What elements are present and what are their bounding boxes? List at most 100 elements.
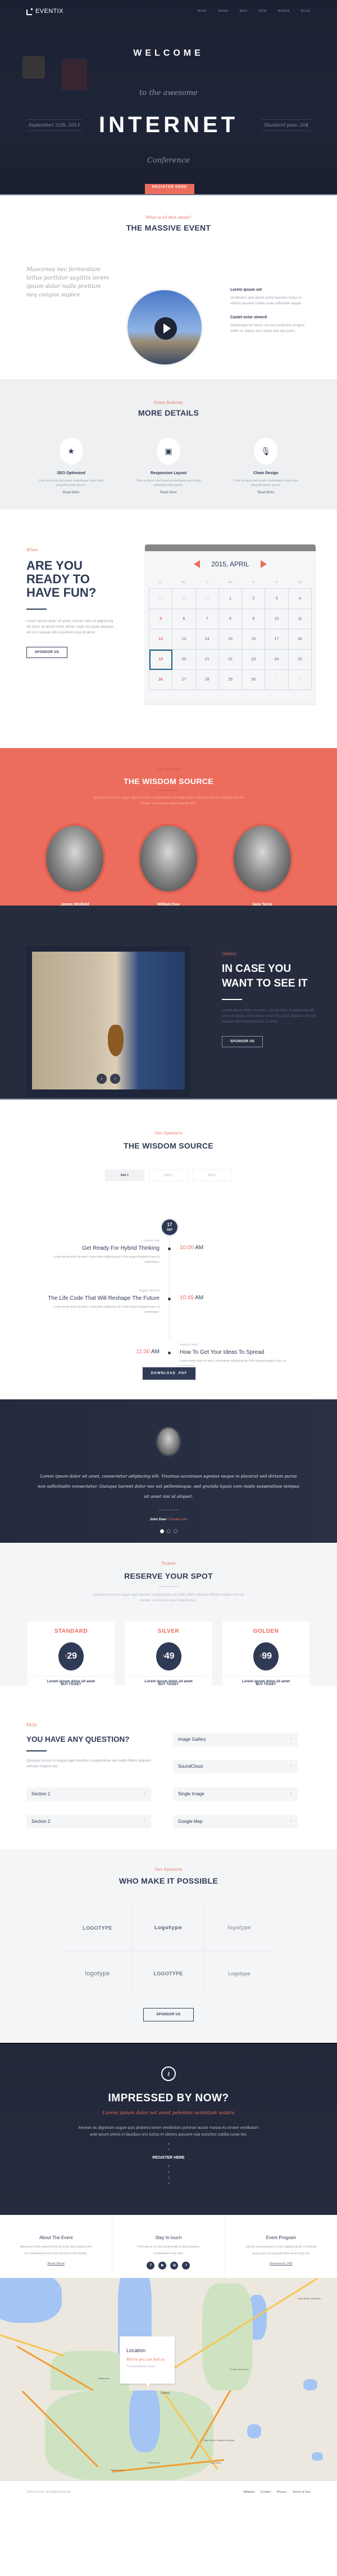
- sponsor-logo[interactable]: logotype: [62, 1951, 133, 1996]
- read-more-link[interactable]: Read More: [47, 2262, 65, 2266]
- calendar-day[interactable]: 26: [149, 670, 173, 690]
- nav-item-when[interactable]: WHEN: [218, 10, 229, 13]
- calendar-day[interactable]: 29: [218, 670, 243, 690]
- sponsor-logo[interactable]: LOGOTYPE: [62, 1906, 133, 1951]
- calendar-day[interactable]: 5: [149, 609, 173, 629]
- calendar-day[interactable]: 16: [242, 629, 266, 650]
- calendar-day[interactable]: 11: [288, 609, 312, 629]
- sponsor-button[interactable]: SPONSOR US: [222, 1036, 263, 1047]
- youtube-icon[interactable]: ▶: [158, 2262, 167, 2269]
- nav-item-where[interactable]: WHERE: [278, 10, 290, 13]
- accordion-section-2[interactable]: Section 2: [26, 1815, 151, 1829]
- about-section: What is all that about? THE MASSIVE EVEN…: [0, 195, 337, 366]
- play-icon[interactable]: [154, 317, 177, 340]
- calendar-day[interactable]: 28: [195, 670, 219, 690]
- location-map[interactable]: Cape Breton University Westmount Grand L…: [0, 2278, 337, 2390]
- calendar-day[interactable]: 3: [265, 589, 289, 609]
- calendar-day[interactable]: 21: [195, 650, 219, 670]
- download-pdf-link[interactable]: Download .Pdf: [270, 2262, 293, 2266]
- calendar-day[interactable]: 10: [265, 609, 289, 629]
- about-kicker: What is all that about?: [145, 215, 192, 220]
- calendar-day[interactable]: 2: [288, 670, 312, 690]
- footer-link-affiliates[interactable]: Affiliates: [243, 2491, 255, 2494]
- register-button[interactable]: REGISTER HERE: [145, 184, 194, 194]
- calendar-day[interactable]: 14: [195, 629, 219, 650]
- calendar-day-selected[interactable]: 19: [149, 650, 173, 670]
- divider: [26, 1750, 47, 1751]
- calendar-day[interactable]: 22: [218, 650, 243, 670]
- slider-dot[interactable]: [173, 1529, 177, 1533]
- footer-link-terms[interactable]: Terms of Use: [293, 2491, 311, 2494]
- speaker-card[interactable]: James Winfield art director at Envato: [41, 823, 108, 913]
- accordion-image-gallery[interactable]: Image Gallery: [173, 1733, 298, 1746]
- calendar-day[interactable]: 25: [288, 650, 312, 670]
- calendar-day[interactable]: 15: [218, 629, 243, 650]
- calendar-day[interactable]: 13: [172, 629, 196, 650]
- calendar-day[interactable]: 12: [149, 629, 173, 650]
- nav-item-who[interactable]: WHO: [239, 10, 247, 13]
- slider-dot[interactable]: [166, 1529, 171, 1533]
- sponsor-button[interactable]: SPONSOR US: [143, 2008, 194, 2021]
- author-source-link[interactable]: Envato.com: [170, 1518, 188, 1521]
- calendar-day[interactable]: 6: [172, 609, 196, 629]
- calendar-day[interactable]: 9: [242, 609, 266, 629]
- sponsor-logo[interactable]: Logotype: [133, 1906, 204, 1951]
- sponsor-logo[interactable]: Logotype: [204, 1951, 275, 1996]
- location-map-lower[interactable]: Sydney Sydney River Prime Brook Mira Roa…: [0, 2390, 337, 2481]
- date-day: 17: [167, 1222, 172, 1227]
- read-more-link[interactable]: Read More: [32, 491, 111, 494]
- calendar-day[interactable]: 8: [218, 609, 243, 629]
- brand-logo[interactable]: EVENTIX: [26, 8, 63, 15]
- tab-day-2[interactable]: DAY 2: [149, 1169, 188, 1181]
- speaker-card[interactable]: William Doe art director at Envato: [135, 823, 202, 913]
- chevron-right-icon[interactable]: ›: [110, 1074, 120, 1084]
- download-pdf-button[interactable]: DOWNLOAD .PDF: [143, 1367, 195, 1380]
- accordion-soundcloud[interactable]: SoundCloud: [173, 1760, 298, 1773]
- read-more-link[interactable]: Read More: [129, 491, 208, 494]
- calendar-day[interactable]: 7: [195, 609, 219, 629]
- calendar-day[interactable]: 2: [242, 589, 266, 609]
- register-link[interactable]: REGISTER HERE: [0, 2156, 337, 2160]
- nav-item-how[interactable]: HOW: [259, 10, 267, 13]
- prev-month-icon[interactable]: [194, 560, 201, 568]
- accordion-google-map[interactable]: Google Map: [173, 1815, 298, 1829]
- calendar-day[interactable]: 30: [172, 589, 196, 609]
- ticket-card-silver: SILVER $49 Lorem ipsum dolor sit amet Lo…: [125, 1622, 212, 1701]
- calendar-day[interactable]: 30: [242, 670, 266, 690]
- calendar-day[interactable]: 27: [172, 670, 196, 690]
- calendar-day[interactable]: 17: [265, 629, 289, 650]
- accordion-section-1[interactable]: Section 1: [26, 1787, 151, 1801]
- calendar-day[interactable]: 1: [265, 670, 289, 690]
- nav-item-what[interactable]: WHAT: [198, 10, 207, 13]
- pass-price: Standard pass: 20$: [262, 119, 311, 131]
- facebook-icon[interactable]: f: [147, 2262, 155, 2269]
- calendar-day[interactable]: 23: [242, 650, 266, 670]
- twitter-icon[interactable]: t: [182, 2262, 190, 2269]
- dribbble-icon[interactable]: ◎: [170, 2262, 179, 2269]
- slider-dot-active[interactable]: [160, 1529, 164, 1533]
- sponsor-button[interactable]: SPONSOR US: [26, 647, 68, 658]
- sponsor-logo[interactable]: LOGOTYPE: [133, 1951, 204, 1996]
- calendar-day[interactable]: 1: [218, 589, 243, 609]
- calendar-day[interactable]: 20: [172, 650, 196, 670]
- chevron-left-icon[interactable]: ‹: [97, 1074, 107, 1084]
- tab-day-3[interactable]: DAY 3: [193, 1169, 232, 1181]
- calendar-day[interactable]: 4: [288, 589, 312, 609]
- nav-item-blog[interactable]: BLOG: [301, 10, 311, 13]
- weekday-label: Tu: [205, 581, 209, 584]
- calendar-day[interactable]: 24: [265, 650, 289, 670]
- read-more-link[interactable]: Read More: [226, 491, 305, 494]
- video-thumbnail[interactable]: [126, 289, 203, 366]
- sponsor-logo[interactable]: logotype: [204, 1906, 275, 1951]
- accordion-single-image[interactable]: Single Image: [173, 1787, 298, 1801]
- speaker-card[interactable]: Jane Tarza art director at Envato: [229, 823, 296, 913]
- next-month-icon[interactable]: [260, 560, 267, 568]
- tab-day-1[interactable]: DAY 1: [105, 1169, 144, 1181]
- popup-kicker: Where you can find us: [126, 2358, 165, 2362]
- cta-text: Aenean ac dignissim augue quis pharetra …: [78, 2126, 259, 2137]
- footer-link-privacy[interactable]: Privacy: [277, 2491, 287, 2494]
- calendar-day[interactable]: 29: [149, 589, 173, 609]
- footer-link-contact[interactable]: Contact: [261, 2491, 271, 2494]
- calendar-day[interactable]: 31: [195, 589, 219, 609]
- calendar-day[interactable]: 18: [288, 629, 312, 650]
